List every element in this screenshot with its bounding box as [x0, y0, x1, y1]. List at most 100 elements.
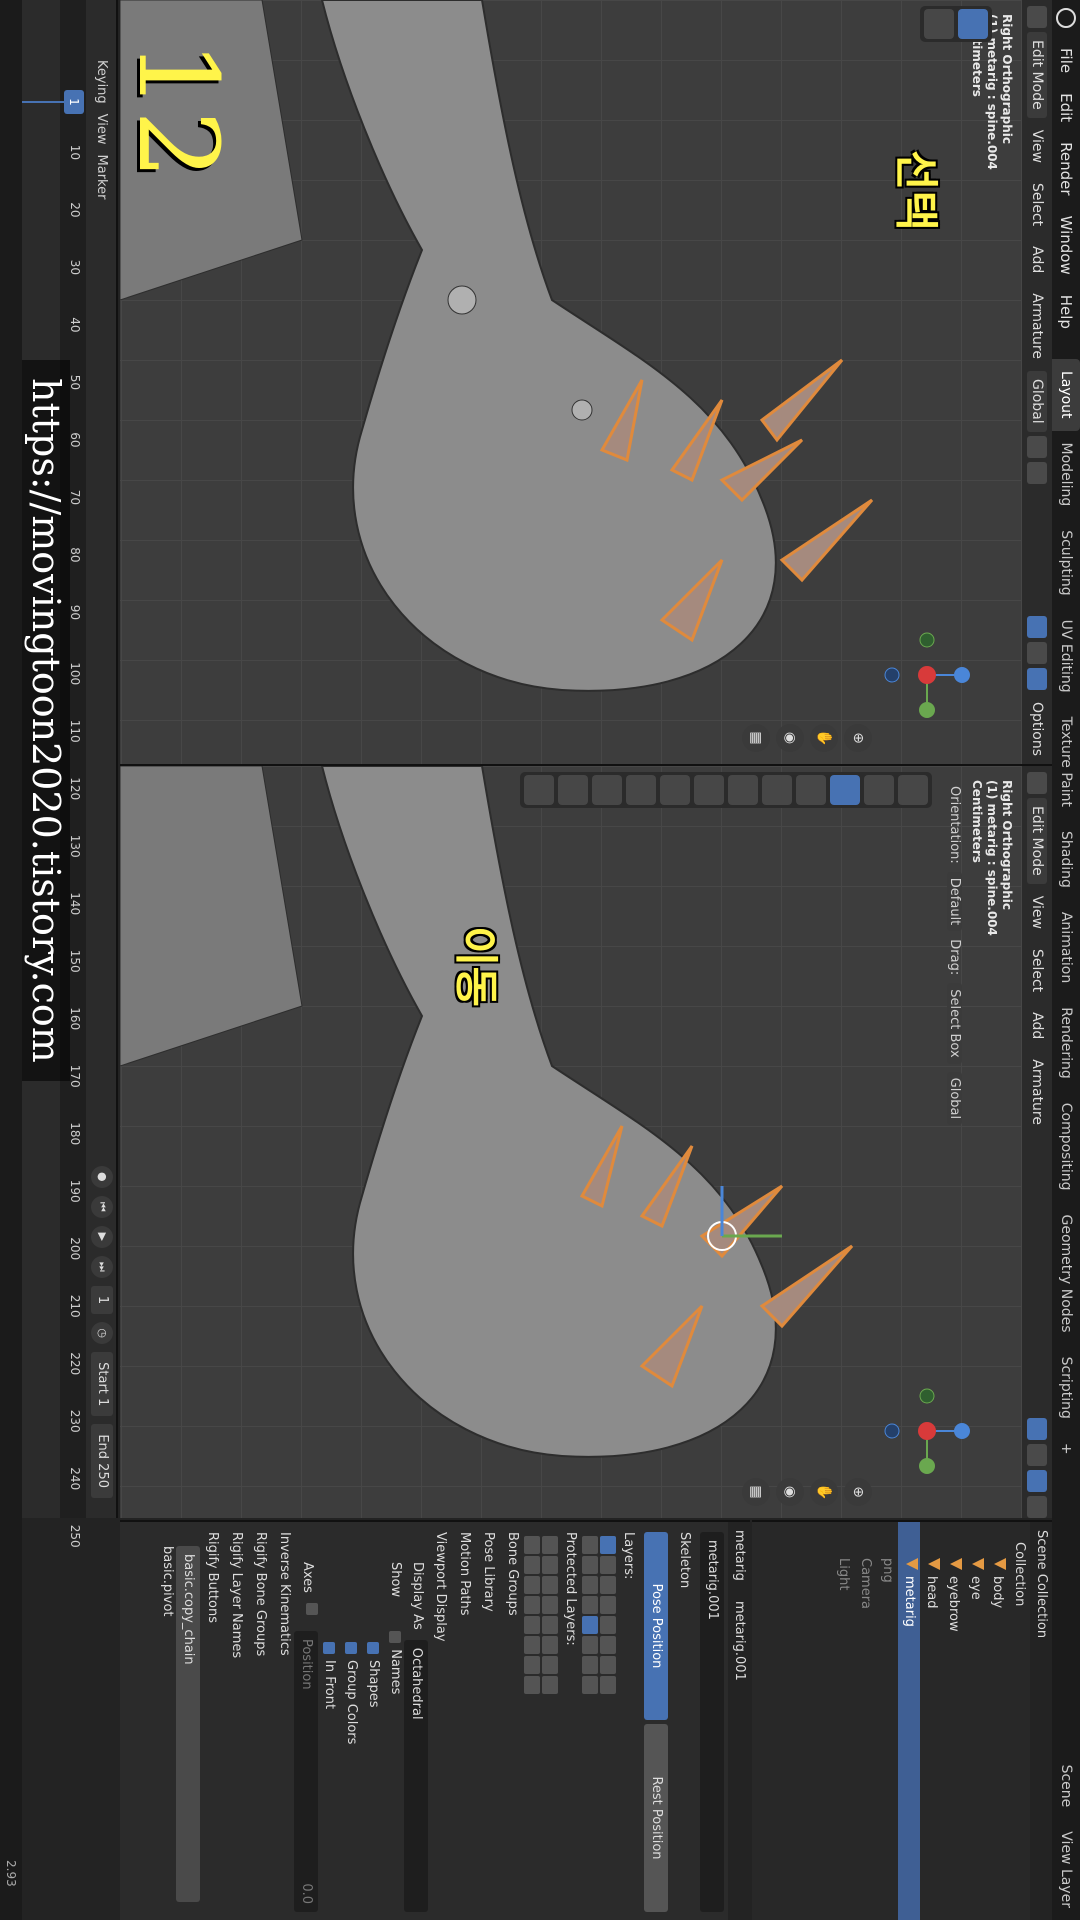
tab-compositing[interactable]: Compositing — [1052, 1091, 1080, 1203]
camera-icon[interactable]: ◉ — [776, 724, 804, 752]
menu-render[interactable]: Render — [1057, 132, 1075, 205]
pan-hand-icon[interactable]: ✋ — [810, 724, 838, 752]
axes-checkbox[interactable] — [306, 1602, 318, 1615]
protected-layers-grid[interactable] — [524, 1536, 558, 1920]
play-icon[interactable]: ▶ — [91, 1225, 113, 1248]
menu-view[interactable]: View — [1027, 122, 1047, 171]
transform-orientation-dropdown[interactable]: Global — [1027, 371, 1047, 432]
options-dropdown[interactable]: Options — [1027, 694, 1047, 764]
jump-end-icon[interactable]: ⏭ — [91, 1255, 113, 1278]
menu-add[interactable]: Add — [1027, 1004, 1047, 1047]
outliner-item-light[interactable]: Light — [832, 1522, 854, 1920]
snap-icon[interactable] — [1027, 435, 1047, 458]
proportional-edit-icon[interactable] — [1027, 461, 1047, 484]
armature-data-field[interactable]: metarig.001 — [700, 1532, 724, 1912]
menu-armature[interactable]: Armature — [1027, 285, 1047, 367]
names-checkbox[interactable] — [389, 1631, 402, 1644]
menu-marker[interactable]: Marker — [95, 155, 110, 200]
section-rigify-buttons[interactable]: Rigify Buttons — [200, 1522, 224, 1920]
rest-position-button[interactable]: Rest Position — [644, 1724, 668, 1912]
navigation-gizmo[interactable] — [882, 630, 972, 720]
view-layer-selector[interactable]: View Layer — [1052, 1819, 1080, 1920]
close-icon[interactable] — [1027, 1496, 1047, 1518]
rotate-tool[interactable] — [796, 775, 826, 805]
grid-icon[interactable]: ▦ — [742, 1478, 770, 1506]
section-viewport-display[interactable]: Viewport Display — [428, 1522, 452, 1920]
menu-edit[interactable]: Edit — [1057, 83, 1075, 132]
bone-layers-grid[interactable] — [582, 1536, 616, 1920]
cube-add-tool[interactable] — [524, 775, 554, 805]
camera-icon[interactable]: ◉ — [776, 1478, 804, 1506]
mode-dropdown[interactable]: Edit Mode — [1027, 32, 1047, 118]
shading-solid-icon[interactable] — [1027, 667, 1047, 690]
scene-selector[interactable]: Scene — [1052, 1753, 1080, 1820]
drag-dropdown[interactable]: Select Box — [947, 983, 962, 1064]
end-frame-field[interactable]: End 250 — [91, 1424, 113, 1498]
xray-icon[interactable] — [1027, 1444, 1047, 1466]
outliner-item-collection[interactable]: Collection — [1008, 1522, 1030, 1920]
jump-start-icon[interactable]: ⏮ — [91, 1195, 113, 1218]
viewport-left[interactable]: Edit Mode View Select Add Armature Globa… — [120, 0, 1052, 766]
menu-select[interactable]: Select — [1027, 175, 1047, 234]
display-as-dropdown[interactable]: Octahedral — [404, 1639, 428, 1912]
section-inverse-kinematics[interactable]: Inverse Kinematics — [272, 1522, 296, 1920]
menu-view[interactable]: View — [95, 114, 110, 145]
extrude-tool[interactable] — [558, 775, 588, 805]
menu-help[interactable]: Help — [1057, 285, 1075, 339]
gizmo-toggle-icon[interactable] — [1027, 615, 1047, 638]
outliner-item-camera[interactable]: Camera — [854, 1522, 876, 1920]
section-motion-paths[interactable]: Motion Paths — [452, 1522, 476, 1920]
grid-icon[interactable]: ▦ — [742, 724, 770, 752]
add-workspace-button[interactable]: + — [1052, 1431, 1080, 1467]
viewport-right[interactable]: Edit Mode View Select Add Armature Right… — [120, 766, 1052, 1518]
editor-type-icon[interactable] — [1027, 6, 1047, 28]
tab-animation[interactable]: Animation — [1052, 900, 1080, 995]
transform-orientation-dropdown[interactable]: Global — [947, 1071, 962, 1126]
menu-armature[interactable]: Armature — [1027, 1051, 1047, 1133]
annotate-tool[interactable] — [694, 775, 724, 805]
outliner-item-body[interactable]: body — [986, 1522, 1008, 1920]
clock-icon[interactable]: ◷ — [91, 1322, 113, 1345]
gizmo-toggle-icon[interactable] — [1027, 1418, 1047, 1440]
outliner-item-metarig[interactable]: metarig — [898, 1522, 920, 1920]
move-tool[interactable] — [830, 775, 860, 805]
current-frame-indicator[interactable]: 1 — [64, 90, 84, 114]
section-rigify-bone-groups[interactable]: Rigify Bone Groups — [248, 1522, 272, 1920]
measure-tool[interactable] — [660, 775, 690, 805]
tab-modeling[interactable]: Modeling — [1052, 431, 1080, 519]
zoom-icon[interactable]: ⊕ — [844, 724, 872, 752]
transform-tool[interactable] — [728, 775, 758, 805]
scale-tool[interactable] — [762, 775, 792, 805]
menu-file[interactable]: File — [1057, 38, 1075, 83]
axes-position-field[interactable]: Position 0.0 — [294, 1630, 318, 1912]
menu-add[interactable]: Add — [1027, 238, 1047, 281]
zoom-icon[interactable]: ⊕ — [844, 1478, 872, 1506]
tab-sculpting[interactable]: Sculpting — [1052, 518, 1080, 607]
select-box-tool[interactable] — [958, 9, 988, 39]
editor-type-icon[interactable] — [1027, 772, 1047, 794]
tab-layout[interactable]: Layout — [1052, 358, 1080, 431]
shading-solid-icon[interactable] — [1027, 1470, 1047, 1492]
outliner-item-eyebrow[interactable]: eyebrow — [942, 1522, 964, 1920]
menu-view[interactable]: View — [1027, 888, 1047, 937]
tab-shading[interactable]: Shading — [1052, 819, 1080, 900]
xray-icon[interactable] — [1027, 641, 1047, 664]
bone-roll-tool[interactable] — [626, 775, 656, 805]
outliner-item-eye[interactable]: eye — [964, 1522, 986, 1920]
pose-position-button[interactable]: Pose Position — [644, 1532, 668, 1720]
tab-uv-editing[interactable]: UV Editing — [1052, 608, 1080, 705]
outliner-item-head[interactable]: head — [920, 1522, 942, 1920]
select-box-tool[interactable] — [898, 775, 928, 805]
section-skeleton[interactable]: Skeleton — [672, 1522, 696, 1920]
start-frame-field[interactable]: Start 1 — [91, 1352, 113, 1417]
in-front-checkbox[interactable] — [323, 1642, 336, 1654]
menu-select[interactable]: Select — [1027, 941, 1047, 1000]
menu-window[interactable]: Window — [1057, 206, 1075, 285]
tab-rendering[interactable]: Rendering — [1052, 995, 1080, 1091]
tab-geometry-nodes[interactable]: Geometry Nodes — [1052, 1203, 1080, 1345]
rigify-item[interactable]: basic.copy_chain — [176, 1522, 200, 1920]
mode-dropdown[interactable]: Edit Mode — [1027, 798, 1047, 884]
section-bone-groups[interactable]: Bone Groups — [500, 1522, 524, 1920]
menu-keying[interactable]: Keying — [95, 60, 110, 104]
section-rigify-layer-names[interactable]: Rigify Layer Names — [224, 1522, 248, 1920]
